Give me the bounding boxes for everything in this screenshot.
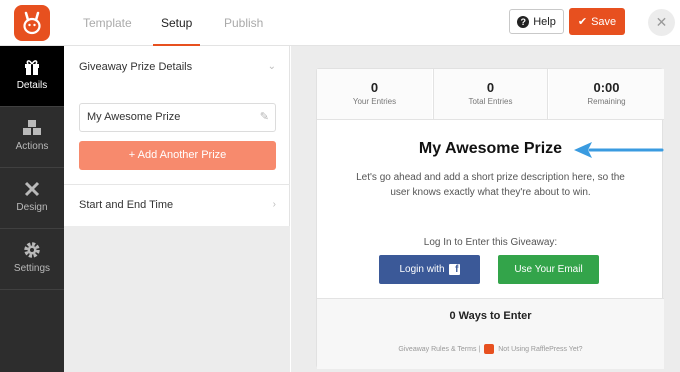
- sidebar-item-label: Design: [16, 202, 48, 213]
- stat-value: 0:00: [593, 80, 620, 95]
- prize-details-header[interactable]: Giveaway Prize Details ⌄: [64, 46, 290, 88]
- prize-name-value: My Awesome Prize: [87, 111, 181, 123]
- tab-publish[interactable]: Publish: [224, 0, 263, 46]
- gift-icon: [25, 60, 39, 75]
- stat-caption: Your Entries: [352, 97, 397, 106]
- login-prompt: Log In to Enter this Giveaway:: [423, 237, 558, 248]
- stat-remaining: 0:00 Remaining: [549, 69, 664, 119]
- settings-panel: Giveaway Prize Details ⌄ My Awesome Priz…: [64, 46, 290, 372]
- left-nav: Details Actions Design Settings: [0, 46, 64, 372]
- plus-icon: +: [128, 149, 136, 161]
- ways-to-enter: 0 Ways to Enter: [449, 310, 532, 322]
- sidebar-item-design[interactable]: Design: [0, 168, 64, 229]
- stat-value: 0: [370, 80, 379, 95]
- stat-your-entries: 0 Your Entries: [317, 69, 432, 119]
- giveaway-preview: 0 Your Entries 0 Total Entries 0:00 Rema…: [291, 46, 680, 372]
- time-section-header[interactable]: Start and End Time ›: [64, 184, 290, 226]
- card-footer: Giveaway Rules & Terms | Not Using Raffl…: [317, 344, 664, 354]
- facebook-login-label: Login with: [399, 264, 445, 275]
- sidebar-item-actions[interactable]: Actions: [0, 107, 64, 168]
- chevron-right-icon: ›: [272, 199, 276, 210]
- giveaway-card: 0 Your Entries 0 Total Entries 0:00 Rema…: [316, 68, 664, 369]
- stat-value: 0: [486, 80, 495, 95]
- promo-link[interactable]: Not Using RafflePress Yet?: [498, 346, 582, 353]
- gear-icon: [24, 242, 40, 258]
- divider: [317, 119, 664, 120]
- rafflepress-mini-logo-icon: [484, 344, 495, 354]
- sidebar-item-label: Settings: [13, 263, 51, 274]
- facebook-login-button[interactable]: Login with f: [379, 255, 480, 284]
- prize-name-field[interactable]: My Awesome Prize ✎: [79, 103, 276, 132]
- entry-ways-section: 0 Ways to Enter Giveaway Rules & Terms |…: [317, 298, 664, 369]
- time-section-title: Start and End Time: [79, 199, 174, 211]
- cubes-icon: [23, 120, 41, 135]
- save-button-label: Save: [591, 15, 617, 28]
- stat-caption: Remaining: [587, 97, 626, 106]
- add-prize-label: Add Another Prize: [137, 149, 227, 161]
- save-button[interactable]: ✔ Save: [569, 8, 625, 35]
- prize-description[interactable]: Let's go ahead and add a short prize des…: [349, 170, 632, 200]
- add-prize-button[interactable]: + Add Another Prize: [79, 141, 276, 170]
- panel-empty-area: [64, 226, 290, 372]
- stat-total-entries: 0 Total Entries: [433, 69, 548, 119]
- tab-setup[interactable]: Setup: [152, 0, 201, 46]
- help-button[interactable]: ? Help: [509, 9, 564, 34]
- rules-link[interactable]: Giveaway Rules & Terms |: [398, 346, 480, 353]
- sidebar-item-label: Actions: [15, 141, 49, 152]
- checkmark-icon: ✔: [577, 16, 588, 28]
- paint-tools-icon: [24, 181, 40, 197]
- email-login-button[interactable]: Use Your Email: [498, 255, 599, 284]
- question-icon: ?: [517, 15, 530, 28]
- pencil-icon[interactable]: ✎: [260, 104, 269, 131]
- stat-caption: Total Entries: [468, 97, 513, 106]
- rafflepress-logo[interactable]: [14, 5, 50, 41]
- top-bar: Template Setup Publish ? Help ✔ Save ✕: [0, 0, 680, 46]
- sidebar-item-label: Details: [16, 80, 48, 91]
- sidebar-item-details[interactable]: Details: [0, 46, 64, 107]
- arrow-left-icon: [574, 142, 664, 158]
- help-button-label: Help: [533, 15, 556, 28]
- tab-template[interactable]: Template: [83, 0, 132, 46]
- chevron-down-icon: ⌄: [267, 61, 276, 72]
- close-icon: ✕: [655, 14, 668, 30]
- facebook-icon: f: [448, 264, 460, 275]
- close-button[interactable]: ✕: [648, 9, 675, 36]
- sidebar-item-settings[interactable]: Settings: [0, 229, 64, 290]
- prize-details-title: Giveaway Prize Details: [79, 61, 193, 73]
